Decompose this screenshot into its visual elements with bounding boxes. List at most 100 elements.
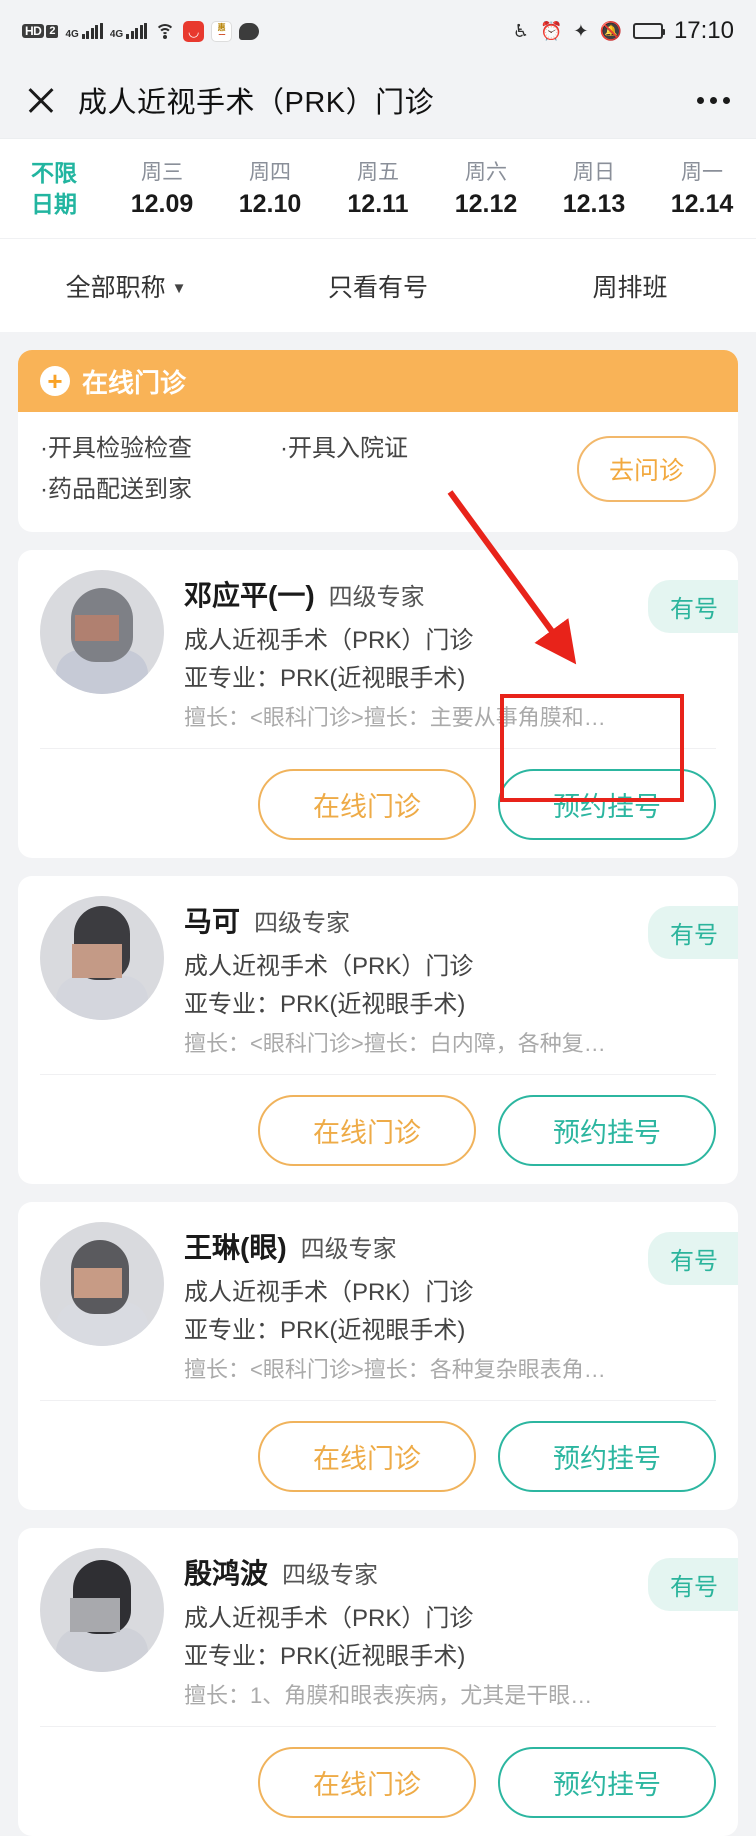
doctor-card-top: 邓应平(一) 四级专家 成人近视手术（PRK）门诊 亚专业：PRK(近视眼手术)…	[40, 570, 716, 734]
avatar	[40, 1548, 164, 1672]
wifi-icon	[154, 23, 176, 39]
date-week-label: 不限	[31, 159, 77, 186]
doctor-expertise: 擅长：<眼科门诊>擅长：主要从事角膜和…	[184, 705, 606, 730]
doctor-info: 马可 四级专家 成人近视手术（PRK）门诊 亚专业：PRK(近视眼手术) 擅长：…	[184, 896, 716, 1060]
book-appointment-button[interactable]: 预约挂号	[498, 1421, 716, 1492]
online-clinic-button[interactable]: 在线门诊	[258, 769, 476, 840]
status-badge: 有号	[648, 1558, 738, 1611]
filter-bar: 全部职称 ▼ 只看有号 周排班	[0, 238, 756, 332]
medical-cross-icon: +	[40, 366, 70, 396]
promo-header: + 在线门诊	[18, 350, 738, 412]
doctor-subspecialty: 亚专业：PRK(近视眼手术)	[184, 665, 466, 692]
doctor-info: 王琳(眼) 四级专家 成人近视手术（PRK）门诊 亚专业：PRK(近视眼手术) …	[184, 1222, 716, 1386]
online-clinic-button[interactable]: 在线门诊	[258, 1421, 476, 1492]
doctor-name: 殷鸿波	[184, 1558, 269, 1589]
hd-icon: HD 2	[22, 24, 59, 38]
content-scroll-area[interactable]: + 在线门诊 ·开具检验检查 ·开具入院证 ·药品配送到家 去问诊 有号 邓应平…	[0, 350, 756, 1836]
doctor-info: 邓应平(一) 四级专家 成人近视手术（PRK）门诊 亚专业：PRK(近视眼手术)…	[184, 570, 716, 734]
book-appointment-button[interactable]: 预约挂号	[498, 1095, 716, 1166]
status-right-icons: ♿ ⏰ ✦ 🔕 17:10	[513, 17, 734, 45]
doctor-expertise: 擅长：1、角膜和眼表疾病，尤其是干眼…	[184, 1683, 593, 1708]
signal-bars-icon-2: 4G	[109, 23, 148, 40]
doctor-name-row: 王琳(眼) 四级专家	[184, 1226, 716, 1266]
doctor-info: 殷鸿波 四级专家 成人近视手术（PRK）门诊 亚专业：PRK(近视眼手术) 擅长…	[184, 1548, 716, 1712]
clock-label: 17:10	[673, 17, 734, 44]
status-badge: 有号	[648, 906, 738, 959]
date-week-label: 周日	[573, 160, 615, 184]
doctor-title: 四级专家	[328, 584, 425, 611]
hd-label: HD	[22, 24, 45, 38]
doctor-card[interactable]: 有号 马可 四级专家 成人近视手术（PRK）门诊 亚专业：PRK(近视眼手术) …	[18, 876, 738, 1184]
doctor-card-top: 殷鸿波 四级专家 成人近视手术（PRK）门诊 亚专业：PRK(近视眼手术) 擅长…	[40, 1548, 716, 1712]
date-day-label: 12.13	[562, 189, 626, 218]
date-item-3[interactable]: 周五 12.11	[324, 158, 432, 220]
chevron-down-icon: ▼	[171, 279, 187, 297]
doctor-subspecialty: 亚专业：PRK(近视眼手术)	[184, 991, 466, 1018]
date-item-6[interactable]: 周一 12.14	[648, 158, 756, 220]
date-week-label: 周一	[681, 160, 723, 184]
date-item-4[interactable]: 周六 12.12	[432, 158, 540, 220]
doctor-expertise: 擅长：<眼科门诊>擅长：各种复杂眼表角…	[184, 1357, 606, 1382]
book-appointment-button[interactable]: 预约挂号	[498, 769, 716, 840]
avatar	[40, 1222, 164, 1346]
date-item-1[interactable]: 周三 12.09	[108, 158, 216, 220]
hd-number: 2	[46, 24, 59, 38]
doctor-card[interactable]: 有号 殷鸿波 四级专家 成人近视手术（PRK）门诊 亚专业：PRK(近视眼手术)…	[18, 1528, 738, 1836]
huawei-app-icon: ◡	[183, 20, 205, 42]
sim1-gen-label: 4G	[65, 29, 79, 40]
date-item-5[interactable]: 周日 12.13	[540, 158, 648, 220]
online-clinic-promo-card[interactable]: + 在线门诊 ·开具检验检查 ·开具入院证 ·药品配送到家 去问诊	[18, 350, 738, 532]
doctor-card-actions: 在线门诊 预约挂号	[40, 749, 716, 840]
doctor-card[interactable]: 有号 王琳(眼) 四级专家 成人近视手术（PRK）门诊 亚专业：PRK(近视眼手…	[18, 1202, 738, 1510]
status-badge: 有号	[648, 1232, 738, 1285]
close-icon[interactable]	[26, 85, 56, 115]
more-options-icon[interactable]	[697, 96, 730, 104]
battery-icon	[632, 23, 665, 39]
avatar	[40, 570, 164, 694]
date-selector[interactable]: 不限 日期 周三 12.09 周四 12.10 周五 12.11 周六 12.1…	[0, 138, 756, 238]
date-week-label: 周三	[141, 160, 183, 184]
alarm-icon: ⏰	[540, 21, 563, 41]
doctor-title: 四级专家	[300, 1236, 397, 1263]
filter-available-only[interactable]: 只看有号	[252, 268, 504, 304]
doctor-name-row: 马可 四级专家	[184, 900, 716, 940]
bluetooth-icon: ✦	[573, 21, 589, 41]
coupon-app-icon: 惠 ▬▬	[211, 20, 233, 42]
filter-title-dropdown[interactable]: 全部职称 ▼	[0, 268, 252, 304]
title-bar-left: 成人近视手术（PRK）门诊	[26, 79, 434, 121]
book-appointment-button[interactable]: 预约挂号	[498, 1747, 716, 1818]
doctor-name: 邓应平(一)	[184, 580, 315, 611]
doctor-clinic: 成人近视手术（PRK）门诊	[184, 627, 474, 654]
doctor-card[interactable]: 有号 邓应平(一) 四级专家 成人近视手术（PRK）门诊 亚专业：PRK(近视眼…	[18, 550, 738, 858]
signal-bars-icon: 4G	[65, 23, 103, 40]
doctor-title: 四级专家	[282, 1562, 379, 1589]
avatar	[40, 896, 164, 1020]
status-left-icons: HD 2 4G 4G ◡ 惠 ▬▬	[22, 20, 260, 42]
online-clinic-button[interactable]: 在线门诊	[258, 1747, 476, 1818]
promo-feature-list: ·开具检验检查 ·开具入院证 ·药品配送到家	[40, 428, 510, 510]
go-consult-button[interactable]: 去问诊	[576, 436, 716, 502]
headphone-icon: ♿	[512, 21, 529, 41]
date-day-label: 12.12	[454, 189, 518, 218]
sim2-gen-label: 4G	[109, 29, 124, 40]
doctor-expertise: 擅长：<眼科门诊>擅长：白内障，各种复…	[184, 1031, 606, 1056]
doctor-card-actions: 在线门诊 预约挂号	[40, 1075, 716, 1166]
status-badge: 有号	[648, 580, 738, 633]
date-day-label: 12.09	[130, 189, 194, 218]
promo-feature-item: ·开具检验检查	[40, 435, 192, 462]
doctor-name-row: 殷鸿波 四级专家	[184, 1552, 716, 1592]
mute-icon: 🔕	[599, 21, 622, 41]
date-item-any[interactable]: 不限 日期	[0, 158, 108, 220]
doctor-name-row: 邓应平(一) 四级专家	[184, 574, 716, 614]
date-item-2[interactable]: 周四 12.10	[216, 158, 324, 220]
sim2-bars	[126, 23, 148, 39]
date-day-label: 12.10	[238, 189, 302, 218]
online-clinic-button[interactable]: 在线门诊	[258, 1095, 476, 1166]
doctor-clinic: 成人近视手术（PRK）门诊	[184, 953, 474, 980]
promo-body: ·开具检验检查 ·开具入院证 ·药品配送到家 去问诊	[18, 412, 738, 532]
filter-weekly-schedule[interactable]: 周排班	[504, 268, 756, 304]
filter-title-label: 全部职称	[65, 273, 166, 302]
page-title: 成人近视手术（PRK）门诊	[78, 87, 435, 119]
doctor-subspecialty: 亚专业：PRK(近视眼手术)	[184, 1643, 466, 1670]
doctor-subspecialty: 亚专业：PRK(近视眼手术)	[184, 1317, 466, 1344]
